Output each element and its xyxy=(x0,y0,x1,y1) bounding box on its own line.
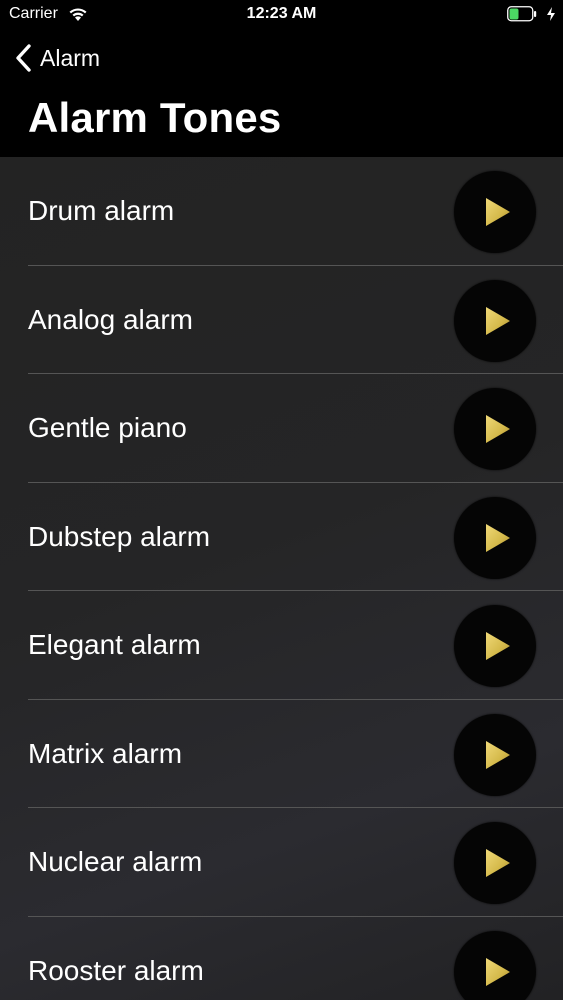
chevron-left-icon xyxy=(16,44,31,72)
play-button[interactable] xyxy=(454,930,536,1000)
play-button[interactable] xyxy=(454,279,536,362)
page-title: Alarm Tones xyxy=(28,94,282,141)
play-icon xyxy=(486,849,510,877)
tone-row[interactable]: Analog alarm xyxy=(0,266,563,374)
tone-name: Elegant alarm xyxy=(28,629,201,661)
status-bar: Carrier 12:23 AM xyxy=(0,0,563,30)
tone-name: Dubstep alarm xyxy=(28,520,211,552)
play-icon xyxy=(486,957,510,986)
tone-name: Matrix alarm xyxy=(28,737,183,769)
play-button[interactable] xyxy=(454,496,536,579)
play-button[interactable] xyxy=(454,822,536,904)
tone-name: Gentle piano xyxy=(28,412,187,444)
play-icon xyxy=(486,306,510,335)
tone-name: Nuclear alarm xyxy=(28,846,203,878)
play-button[interactable] xyxy=(454,388,536,470)
play-icon xyxy=(486,198,510,226)
back-button[interactable]: Alarm xyxy=(14,40,100,76)
play-button[interactable] xyxy=(454,605,536,687)
play-button[interactable] xyxy=(454,171,536,253)
tone-row[interactable]: Nuclear alarm xyxy=(0,808,563,917)
navigation-bar: Alarm Alarm Tones xyxy=(0,30,563,157)
tone-name: Rooster alarm xyxy=(28,954,204,986)
play-icon xyxy=(486,632,510,660)
tone-row[interactable]: Rooster alarm xyxy=(0,917,563,1000)
play-button[interactable] xyxy=(454,713,536,796)
play-icon xyxy=(486,523,510,552)
tone-row[interactable]: Matrix alarm xyxy=(0,700,563,808)
tone-row[interactable]: Drum alarm xyxy=(0,157,563,266)
tone-name: Drum alarm xyxy=(28,195,175,227)
play-icon xyxy=(486,740,510,769)
play-icon xyxy=(486,415,510,443)
tone-row[interactable]: Elegant alarm xyxy=(0,591,563,700)
clock-label: 12:23 AM xyxy=(246,5,317,22)
tone-list: Drum alarm Analog alarm Gentle piano Dubste… xyxy=(0,157,563,1000)
tone-name: Analog alarm xyxy=(28,303,193,335)
tone-row[interactable]: Gentle piano xyxy=(0,374,563,483)
tone-row[interactable]: Dubstep alarm xyxy=(0,483,563,591)
charging-bolt-icon xyxy=(547,7,555,21)
battery-icon xyxy=(507,6,537,22)
back-button-label: Alarm xyxy=(40,44,101,71)
